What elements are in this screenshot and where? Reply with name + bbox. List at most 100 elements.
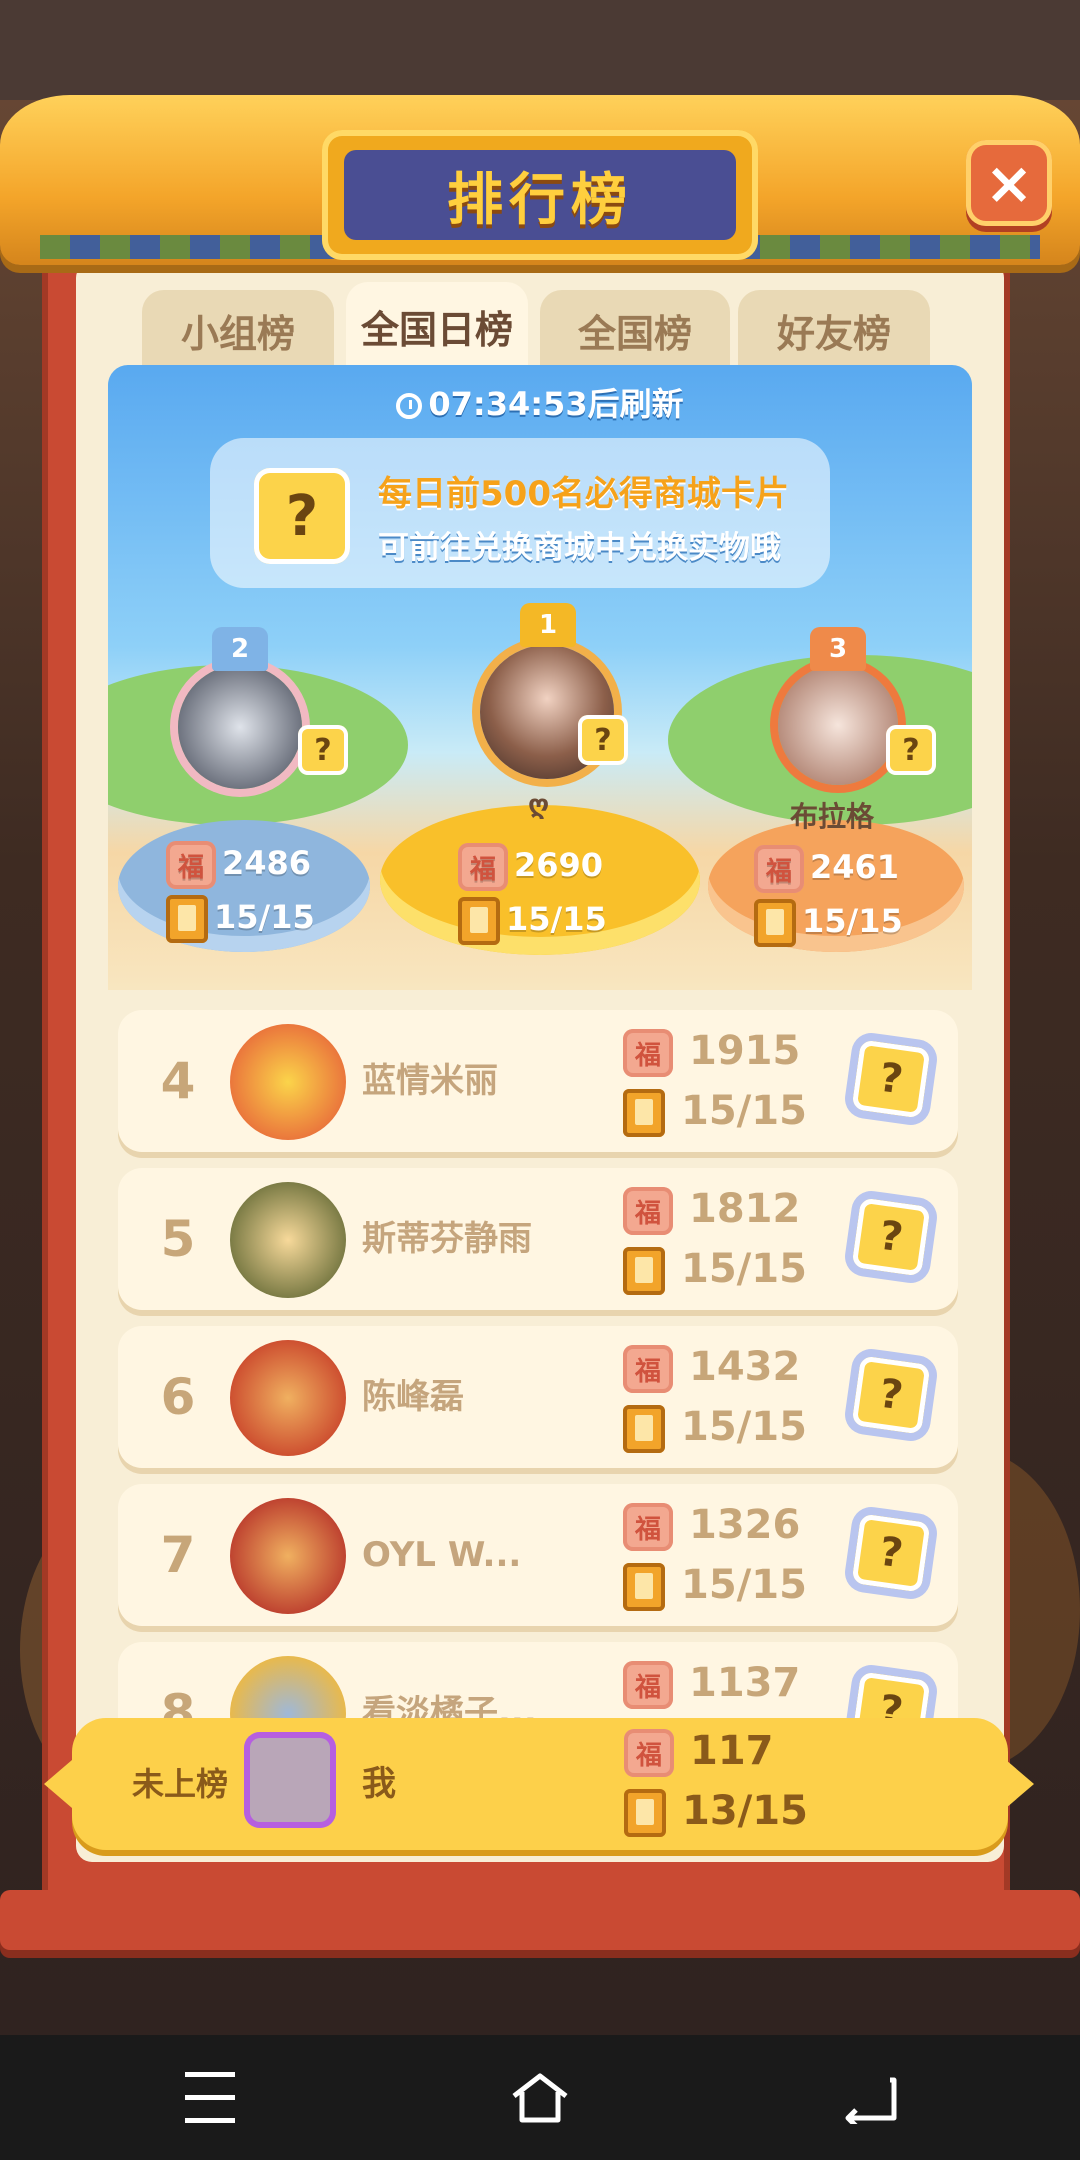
my-rank-bar[interactable]: 未上榜 我 福 117 13/15 [72, 1718, 1008, 1850]
home-icon[interactable] [480, 2035, 600, 2160]
top-three-panel: 07:34:53后刷新 ? 每日前500名必得商城卡片 可前往兑换商城中兑换实物… [108, 365, 972, 990]
ranking-row[interactable]: 7 OYL W... 福 1326 15/15 ? [118, 1484, 958, 1626]
podium-score-3: 福 2461 [754, 845, 899, 893]
card-glyph: ? [314, 732, 332, 768]
row-avatar[interactable] [230, 1340, 346, 1456]
row-rank: 4 [160, 1052, 196, 1110]
podium-name-1: ღ [528, 790, 550, 820]
fu-coin-icon: 福 [623, 1187, 673, 1235]
notice-headline: 每日前500名必得商城卡片 [378, 474, 789, 514]
score-value: 1915 [689, 1028, 801, 1074]
podium-progress-3: 15/15 [754, 899, 903, 947]
avatar-rank-2[interactable] [178, 665, 302, 789]
card-glyph: ? [285, 483, 319, 549]
book-icon [166, 895, 208, 943]
book-icon [623, 1247, 665, 1295]
me-bar-right-tip [1006, 1760, 1034, 1808]
mystery-card-icon: ? [851, 1197, 931, 1277]
card-glyph: ? [876, 1212, 906, 1262]
clock-icon [396, 393, 423, 419]
row-progress: 15/15 [623, 1088, 807, 1137]
avatar-rank-3[interactable] [778, 665, 898, 785]
row-progress: 15/15 [623, 1404, 807, 1453]
score-value: 2690 [514, 846, 604, 884]
row-progress: 15/15 [623, 1562, 807, 1611]
row-avatar[interactable] [230, 1182, 346, 1298]
progress-value: 15/15 [681, 1088, 807, 1134]
row-score: 福 1915 [623, 1028, 800, 1077]
card-glyph: ? [902, 732, 920, 768]
row-score: 福 1137 [623, 1660, 800, 1709]
page-title: 排行榜 [447, 167, 633, 233]
tab-label: 全国日榜 [360, 307, 513, 352]
row-name: 陈峰磊 [362, 1377, 464, 1417]
tab-national[interactable]: 全国榜 [540, 290, 730, 370]
progress-value: 15/15 [681, 1562, 807, 1608]
row-avatar[interactable] [230, 1498, 346, 1614]
refresh-text: 07:34:53后刷新 [428, 385, 684, 423]
score-value: 1812 [689, 1186, 801, 1232]
row-rank: 6 [160, 1368, 196, 1426]
book-icon [623, 1089, 665, 1137]
me-bar-left-tip [44, 1760, 72, 1808]
podium-name-3: 布拉格 [790, 800, 875, 833]
tab-label: 小组榜 [180, 311, 295, 356]
score-value: 2486 [222, 844, 312, 882]
score-value: 1137 [689, 1660, 801, 1706]
fu-coin-icon: 福 [623, 1029, 673, 1077]
row-name: 斯蒂芬静雨 [362, 1219, 532, 1259]
background-top-bar [0, 0, 1080, 100]
row-avatar[interactable] [230, 1024, 346, 1140]
back-icon[interactable] [810, 2035, 930, 2160]
progress-value: 15/15 [506, 900, 607, 938]
ranking-row[interactable]: 4 蓝情米丽 福 1915 15/15 ? [118, 1010, 958, 1152]
progress-value: 15/15 [802, 902, 903, 940]
notice-subline: 可前往兑换商城中兑换实物哦 [378, 530, 781, 566]
score-value: 1432 [689, 1344, 801, 1390]
tab-friends[interactable]: 好友榜 [738, 290, 930, 370]
tab-label: 全国榜 [577, 311, 692, 356]
row-progress: 15/15 [623, 1246, 807, 1295]
book-icon [624, 1789, 666, 1837]
book-icon [754, 899, 796, 947]
ranking-row[interactable]: 5 斯蒂芬静雨 福 1812 15/15 ? [118, 1168, 958, 1310]
progress-value: 15/15 [214, 898, 315, 936]
row-name: OYL W... [362, 1535, 522, 1575]
my-avatar[interactable] [244, 1732, 336, 1828]
score-value: 117 [690, 1728, 774, 1774]
card-glyph: ? [594, 722, 612, 758]
fu-coin-icon: 福 [623, 1661, 673, 1709]
mystery-card-icon: ? [578, 715, 628, 765]
my-score: 福 117 [624, 1728, 774, 1777]
podium-score-2: 福 2486 [166, 841, 311, 889]
reward-notice: ? 每日前500名必得商城卡片 可前往兑换商城中兑换实物哦 [210, 438, 830, 588]
menu-icon[interactable] [150, 2035, 270, 2160]
fu-coin-icon: 福 [166, 841, 216, 889]
fu-coin-icon: 福 [458, 843, 508, 891]
crown-rank-1: 1 [520, 603, 576, 647]
tab-group[interactable]: 小组榜 [142, 290, 334, 370]
close-button[interactable]: × [966, 140, 1052, 226]
card-glyph: ? [876, 1370, 906, 1420]
progress-value: 13/15 [682, 1788, 808, 1834]
tab-national-daily[interactable]: 全国日榜 [346, 282, 528, 370]
row-name: 蓝情米丽 [362, 1061, 498, 1101]
podium-progress-2: 15/15 [166, 895, 315, 943]
rank-number: 1 [538, 610, 558, 640]
ranking-row[interactable]: 6 陈峰磊 福 1432 15/15 ? [118, 1326, 958, 1468]
rank-number: 3 [828, 634, 848, 664]
mystery-card-icon: ? [886, 725, 936, 775]
mystery-card-icon: ? [851, 1355, 931, 1435]
score-value: 2461 [810, 848, 900, 886]
title-plaque-inner: 排行榜 [344, 150, 736, 240]
score-value: 1326 [689, 1502, 801, 1548]
rank-number: 2 [230, 634, 250, 664]
progress-value: 15/15 [681, 1404, 807, 1450]
close-icon: × [984, 149, 1034, 217]
crown-rank-2: 2 [212, 627, 268, 671]
mystery-card-icon: ? [851, 1513, 931, 1593]
my-progress: 13/15 [624, 1788, 808, 1837]
row-score: 福 1326 [623, 1502, 800, 1551]
my-name: 我 [362, 1764, 396, 1804]
mystery-card-icon: ? [851, 1039, 931, 1119]
